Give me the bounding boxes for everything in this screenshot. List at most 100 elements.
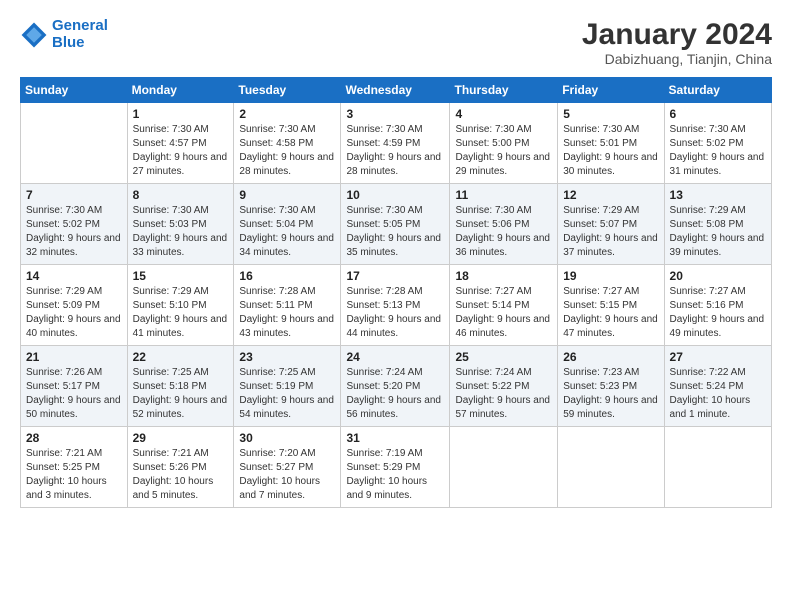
day-info: Sunrise: 7:28 AMSunset: 5:13 PMDaylight:…: [346, 285, 444, 341]
day-cell: [664, 427, 771, 508]
day-number: 7: [26, 188, 122, 202]
week-row-1: 1 Sunrise: 7:30 AMSunset: 4:57 PMDaylight…: [21, 103, 772, 184]
day-info: Sunrise: 7:29 AMSunset: 5:09 PMDaylight:…: [26, 285, 122, 341]
day-info: Sunrise: 7:29 AMSunset: 5:08 PMDaylight:…: [670, 204, 766, 260]
day-cell: 12 Sunrise: 7:29 AMSunset: 5:07 PMDayligh…: [558, 184, 664, 265]
day-cell: 20 Sunrise: 7:27 AMSunset: 5:16 PMDayligh…: [664, 265, 771, 346]
day-info: Sunrise: 7:29 AMSunset: 5:07 PMDaylight:…: [563, 204, 658, 260]
day-number: 30: [239, 431, 335, 445]
day-cell: 7 Sunrise: 7:30 AMSunset: 5:02 PMDaylight…: [21, 184, 128, 265]
day-number: 18: [455, 269, 552, 283]
day-info: Sunrise: 7:23 AMSunset: 5:23 PMDaylight:…: [563, 366, 658, 422]
day-info: Sunrise: 7:27 AMSunset: 5:15 PMDaylight:…: [563, 285, 658, 341]
day-cell: 2Sunrise: 7:30 AMSunset: 4:58 PMDaylight…: [234, 103, 341, 184]
day-number: 1: [133, 107, 229, 121]
day-number: 22: [133, 350, 229, 364]
day-cell: 14 Sunrise: 7:29 AMSunset: 5:09 PMDayligh…: [21, 265, 128, 346]
day-cell: [558, 427, 664, 508]
day-number: 20: [670, 269, 766, 283]
col-thursday: Thursday: [450, 78, 558, 103]
day-number: 14: [26, 269, 122, 283]
header: General Blue January 2024 Dabizhuang, Ti…: [20, 18, 772, 67]
day-info: Sunrise: 7:30 AMSunset: 5:02 PMDaylight:…: [670, 123, 766, 179]
day-number: 26: [563, 350, 658, 364]
day-cell: 9 Sunrise: 7:30 AMSunset: 5:04 PMDaylight…: [234, 184, 341, 265]
day-cell: 15 Sunrise: 7:29 AMSunset: 5:10 PMDayligh…: [127, 265, 234, 346]
day-info: Sunrise: 7:30 AMSunset: 5:01 PMDaylight:…: [563, 123, 658, 179]
day-info: Sunrise: 7:30 AMSunset: 5:00 PMDaylight:…: [455, 123, 552, 179]
day-number: 29: [133, 431, 229, 445]
day-cell: 8Sunrise: 7:30 AMSunset: 5:03 PMDaylight…: [127, 184, 234, 265]
day-cell: [21, 103, 128, 184]
logo-general: General: [52, 17, 108, 34]
day-cell: 5 Sunrise: 7:30 AMSunset: 5:01 PMDaylight…: [558, 103, 664, 184]
day-cell: 4 Sunrise: 7:30 AMSunset: 5:00 PMDaylight…: [450, 103, 558, 184]
week-row-3: 14 Sunrise: 7:29 AMSunset: 5:09 PMDayligh…: [21, 265, 772, 346]
week-row-5: 28Sunrise: 7:21 AMSunset: 5:25 PMDayligh…: [21, 427, 772, 508]
day-info: Sunrise: 7:30 AMSunset: 4:59 PMDaylight:…: [346, 123, 444, 179]
day-info: Sunrise: 7:30 AMSunset: 5:04 PMDaylight:…: [239, 204, 335, 260]
day-cell: 1 Sunrise: 7:30 AMSunset: 4:57 PMDaylight…: [127, 103, 234, 184]
day-info: Sunrise: 7:25 AMSunset: 5:19 PMDaylight:…: [239, 366, 335, 422]
day-cell: 28Sunrise: 7:21 AMSunset: 5:25 PMDayligh…: [21, 427, 128, 508]
day-number: 2: [239, 107, 335, 121]
day-info: Sunrise: 7:29 AMSunset: 5:10 PMDaylight:…: [133, 285, 229, 341]
day-cell: [450, 427, 558, 508]
location: Dabizhuang, Tianjin, China: [582, 51, 772, 67]
day-cell: 29 Sunrise: 7:21 AMSunset: 5:26 PMDayligh…: [127, 427, 234, 508]
day-cell: 13 Sunrise: 7:29 AMSunset: 5:08 PMDayligh…: [664, 184, 771, 265]
logo: General Blue: [20, 18, 108, 51]
day-info: Sunrise: 7:24 AMSunset: 5:20 PMDaylight:…: [346, 366, 444, 422]
day-cell: 30 Sunrise: 7:20 AMSunset: 5:27 PMDayligh…: [234, 427, 341, 508]
calendar-table: SundayMondayTuesdayWednesdayThursdayFrid…: [20, 77, 772, 508]
day-info: Sunrise: 7:30 AMSunset: 4:57 PMDaylight:…: [133, 123, 229, 179]
day-number: 27: [670, 350, 766, 364]
day-info: Sunrise: 7:20 AMSunset: 5:27 PMDaylight:…: [239, 447, 335, 503]
day-number: 5: [563, 107, 658, 121]
day-cell: 3 Sunrise: 7:30 AMSunset: 4:59 PMDaylight…: [341, 103, 450, 184]
day-number: 23: [239, 350, 335, 364]
day-info: Sunrise: 7:27 AMSunset: 5:14 PMDaylight:…: [455, 285, 552, 341]
day-number: 15: [133, 269, 229, 283]
day-info: Sunrise: 7:21 AMSunset: 5:26 PMDaylight:…: [133, 447, 229, 503]
logo-text: General Blue: [52, 18, 108, 51]
day-number: 4: [455, 107, 552, 121]
day-info: Sunrise: 7:24 AMSunset: 5:22 PMDaylight:…: [455, 366, 552, 422]
day-number: 9: [239, 188, 335, 202]
week-row-2: 7 Sunrise: 7:30 AMSunset: 5:02 PMDaylight…: [21, 184, 772, 265]
day-info: Sunrise: 7:30 AMSunset: 5:02 PMDaylight:…: [26, 204, 122, 260]
day-info: Sunrise: 7:27 AMSunset: 5:16 PMDaylight:…: [670, 285, 766, 341]
title-block: January 2024 Dabizhuang, Tianjin, China: [582, 18, 772, 67]
day-info: Sunrise: 7:19 AMSunset: 5:29 PMDaylight:…: [346, 447, 444, 503]
calendar-header-row: SundayMondayTuesdayWednesdayThursdayFrid…: [21, 78, 772, 103]
day-number: 24: [346, 350, 444, 364]
col-saturday: Saturday: [664, 78, 771, 103]
day-cell: 26 Sunrise: 7:23 AMSunset: 5:23 PMDayligh…: [558, 346, 664, 427]
col-sunday: Sunday: [21, 78, 128, 103]
week-row-4: 21 Sunrise: 7:26 AMSunset: 5:17 PMDayligh…: [21, 346, 772, 427]
logo-blue: Blue: [52, 34, 85, 51]
col-tuesday: Tuesday: [234, 78, 341, 103]
day-cell: 19 Sunrise: 7:27 AMSunset: 5:15 PMDayligh…: [558, 265, 664, 346]
day-number: 8: [133, 188, 229, 202]
day-number: 6: [670, 107, 766, 121]
day-cell: 10Sunrise: 7:30 AMSunset: 5:05 PMDayligh…: [341, 184, 450, 265]
day-cell: 11Sunrise: 7:30 AMSunset: 5:06 PMDayligh…: [450, 184, 558, 265]
day-number: 13: [670, 188, 766, 202]
day-info: Sunrise: 7:26 AMSunset: 5:17 PMDaylight:…: [26, 366, 122, 422]
day-number: 31: [346, 431, 444, 445]
day-number: 25: [455, 350, 552, 364]
day-number: 17: [346, 269, 444, 283]
day-cell: 16Sunrise: 7:28 AMSunset: 5:11 PMDayligh…: [234, 265, 341, 346]
day-info: Sunrise: 7:22 AMSunset: 5:24 PMDaylight:…: [670, 366, 766, 422]
day-cell: 25 Sunrise: 7:24 AMSunset: 5:22 PMDayligh…: [450, 346, 558, 427]
day-info: Sunrise: 7:28 AMSunset: 5:11 PMDaylight:…: [239, 285, 335, 341]
day-number: 12: [563, 188, 658, 202]
col-friday: Friday: [558, 78, 664, 103]
day-info: Sunrise: 7:30 AMSunset: 5:05 PMDaylight:…: [346, 204, 444, 260]
day-cell: 6 Sunrise: 7:30 AMSunset: 5:02 PMDaylight…: [664, 103, 771, 184]
day-number: 19: [563, 269, 658, 283]
day-number: 21: [26, 350, 122, 364]
day-number: 3: [346, 107, 444, 121]
page: General Blue January 2024 Dabizhuang, Ti…: [0, 0, 792, 612]
